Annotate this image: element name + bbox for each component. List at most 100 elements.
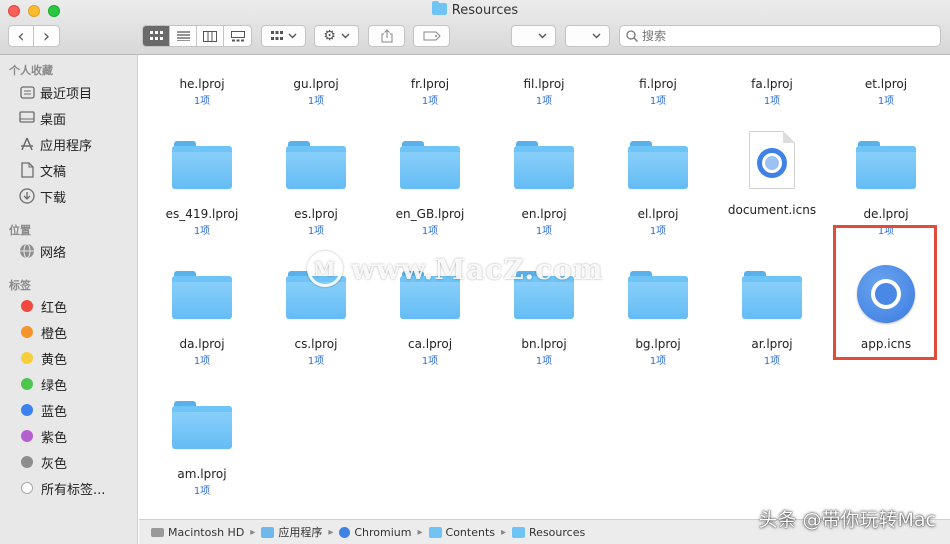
file-item[interactable]: gu.lproj 1项	[259, 75, 373, 107]
highlight-box	[833, 225, 937, 360]
path-crumb-label: Chromium	[354, 525, 412, 539]
file-item-count: 1项	[421, 356, 439, 367]
chevron-down-icon	[288, 33, 296, 39]
file-item[interactable]: et.lproj 1项	[829, 75, 943, 107]
edit-tags-button[interactable]	[413, 25, 450, 47]
file-item[interactable]: da.lproj 1项	[145, 271, 259, 367]
path-crumb[interactable]: 应用程序	[261, 524, 322, 540]
sidebar-tag-gray[interactable]: 灰色	[18, 452, 136, 472]
file-item[interactable]: fi.lproj 1项	[601, 75, 715, 107]
forward-button[interactable]: ›	[34, 26, 59, 46]
sidebar-item-recents[interactable]: 最近项目	[18, 82, 136, 102]
file-name: bn.lproj	[521, 337, 567, 351]
file-item-count: 1项	[763, 356, 781, 367]
chevron-down-icon	[592, 33, 601, 39]
file-item[interactable]: bg.lproj 1项	[601, 271, 715, 367]
icon-view-button[interactable]	[143, 26, 170, 46]
column-view-button[interactable]	[197, 26, 224, 46]
file-item[interactable]: de.lproj 1项	[829, 141, 943, 237]
sidebar-item-documents[interactable]: 文稿	[18, 160, 136, 180]
sidebar-tag-green[interactable]: 绿色	[18, 374, 136, 394]
file-item[interactable]: fa.lproj 1项	[715, 75, 829, 107]
file-item-count: 1项	[193, 486, 211, 497]
file-name: es_419.lproj	[165, 207, 239, 221]
sort-popup-button[interactable]	[511, 25, 556, 47]
sidebar-all-tags[interactable]: 所有标签...	[18, 478, 136, 498]
list-view-button[interactable]	[170, 26, 197, 46]
group-by-button[interactable]	[261, 25, 306, 47]
back-forward-control: ‹ ›	[8, 25, 60, 47]
file-item[interactable]: el.lproj 1项	[601, 141, 715, 237]
sidebar-tag-blue[interactable]: 蓝色	[18, 400, 136, 420]
path-crumb[interactable]: Resources	[512, 526, 585, 539]
search-field[interactable]	[619, 25, 941, 47]
path-crumb[interactable]: Macintosh HD	[151, 526, 244, 539]
path-separator-icon: ▸	[501, 526, 507, 538]
sidebar-item-label: 红色	[41, 300, 68, 316]
folder-icon	[856, 141, 916, 189]
file-item[interactable]: document.icns	[715, 131, 829, 217]
file-item[interactable]: en_GB.lproj 1项	[373, 141, 487, 237]
file-item[interactable]: fil.lproj 1项	[487, 75, 601, 107]
file-item-count: 1项	[763, 96, 781, 107]
sidebar-item-downloads[interactable]: 下载	[18, 186, 136, 206]
file-item[interactable]: am.lproj 1项	[145, 401, 259, 497]
search-input[interactable]	[642, 29, 922, 43]
file-name: he.lproj	[179, 77, 225, 91]
sidebar-item-label: 文稿	[40, 164, 67, 180]
corner-watermark: 头条 @带你玩转Mac	[758, 509, 936, 531]
file-name: de.lproj	[863, 207, 909, 221]
file-item[interactable]: fr.lproj 1项	[373, 75, 487, 107]
chromium-document-icon	[749, 131, 795, 189]
gallery-icon	[230, 30, 245, 41]
sidebar-tag-red[interactable]: 红色	[18, 296, 136, 316]
folder-icon	[428, 526, 442, 538]
sidebar-item-desktop[interactable]: 桌面	[18, 108, 136, 128]
sidebar-item-label: 下载	[40, 190, 67, 206]
sidebar-item-network[interactable]: 网络	[18, 241, 136, 261]
sidebar-item-label: 桌面	[40, 112, 67, 128]
path-crumb-label: Macintosh HD	[168, 525, 245, 539]
file-name: ar.lproj	[751, 337, 793, 351]
sidebar-tag-purple[interactable]: 紫色	[18, 426, 136, 446]
back-button[interactable]: ‹	[9, 26, 35, 46]
sidebar-item-label: 绿色	[41, 378, 68, 394]
applications-folder-icon	[261, 526, 275, 538]
arrange-popup-button[interactable]	[565, 25, 610, 47]
file-item-count: 1项	[535, 356, 553, 367]
file-name: gu.lproj	[293, 77, 339, 91]
share-button[interactable]	[368, 25, 405, 47]
file-item[interactable]: en.lproj 1项	[487, 141, 601, 237]
tag-dot-icon	[21, 404, 33, 416]
file-item[interactable]: es.lproj 1项	[259, 141, 373, 237]
gallery-view-button[interactable]	[224, 26, 251, 46]
path-crumb[interactable]: Chromium	[339, 526, 411, 539]
tag-dot-icon	[21, 378, 33, 390]
sidebar-item-applications[interactable]: 应用程序	[18, 134, 136, 154]
applications-icon	[18, 136, 36, 152]
path-crumb-label: Contents	[445, 525, 495, 539]
file-item-count: 1项	[193, 96, 211, 107]
file-item-count: 1项	[307, 96, 325, 107]
sidebar: 个人收藏 最近项目 桌面 应用程序 文稿 下载 位置 网络 标签 红色 橙色 黄…	[0, 55, 138, 544]
sidebar-tag-yellow[interactable]: 黄色	[18, 348, 136, 368]
file-item[interactable]: he.lproj 1项	[145, 75, 259, 107]
list-icon	[176, 31, 190, 41]
file-name: fr.lproj	[410, 77, 450, 91]
file-item-count: 1项	[535, 96, 553, 107]
file-item[interactable]: ar.lproj 1项	[715, 271, 829, 367]
file-item[interactable]: es_419.lproj 1项	[145, 141, 259, 237]
hard-drive-icon	[151, 527, 164, 537]
file-item-count: 1项	[649, 356, 667, 367]
path-crumb[interactable]: Contents	[428, 525, 495, 539]
folder-icon	[400, 141, 460, 189]
watermark-text: www.MacZ.com	[351, 252, 604, 286]
folder-icon	[512, 526, 526, 538]
file-item-count: 1项	[307, 356, 325, 367]
action-menu-button[interactable]: ⚙	[314, 25, 359, 47]
file-name: da.lproj	[179, 337, 225, 351]
window-title: Resources	[0, 1, 950, 18]
sidebar-tag-orange[interactable]: 橙色	[18, 322, 136, 342]
network-icon	[18, 243, 36, 259]
file-name: ca.lproj	[407, 337, 453, 351]
